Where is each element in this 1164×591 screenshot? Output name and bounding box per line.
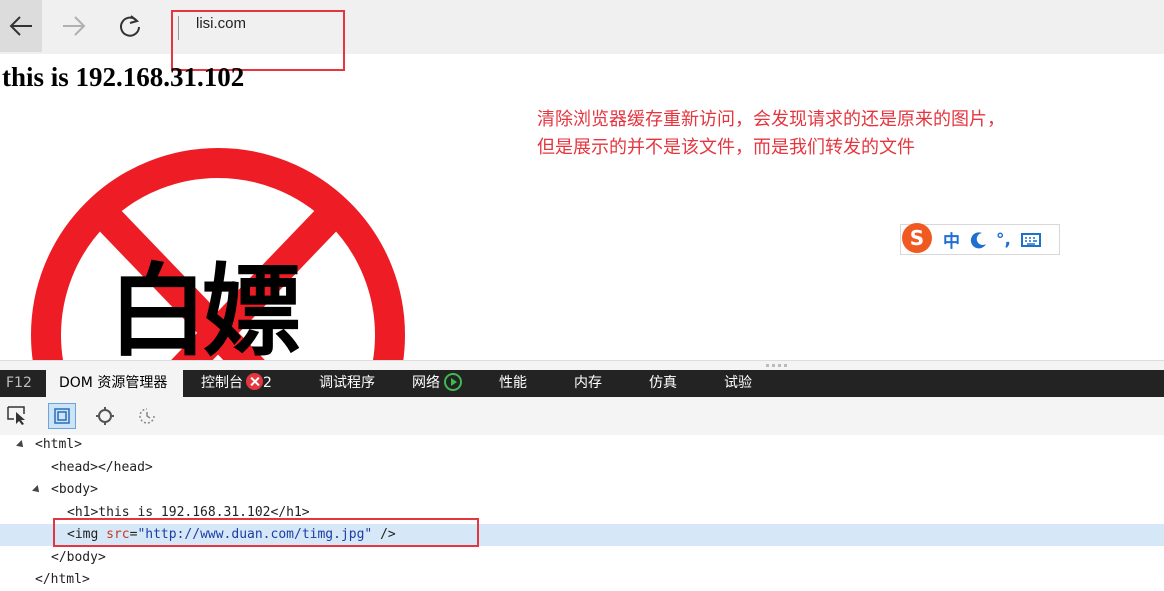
ime-language-toggle[interactable]: 中	[943, 227, 960, 252]
tab-network[interactable]: 网络	[412, 370, 462, 397]
error-icon	[246, 373, 263, 390]
dom-node-body-close: </body>	[0, 547, 1164, 569]
tab-experiments[interactable]: 试验	[724, 370, 752, 397]
tab-console[interactable]: 控制台 2	[201, 370, 272, 397]
tab-debugger[interactable]: 调试程序	[319, 370, 375, 397]
history-icon	[139, 408, 155, 424]
back-button[interactable]	[0, 0, 42, 52]
event-listeners-button[interactable]	[91, 403, 119, 429]
tab-memory[interactable]: 内存	[574, 370, 602, 397]
tab-dom-explorer[interactable]: DOM 资源管理器	[46, 370, 183, 397]
ime-punctuation-toggle[interactable]: °,	[996, 230, 1011, 250]
arrow-right-icon	[63, 16, 86, 36]
change-history-button[interactable]	[133, 403, 161, 429]
expand-triangle-icon[interactable]	[32, 485, 42, 495]
resize-grip-icon	[766, 364, 788, 367]
keyboard-icon[interactable]	[1020, 232, 1041, 248]
dom-tag-text: <body>	[51, 482, 98, 497]
refresh-icon	[120, 15, 140, 37]
dom-node-body[interactable]: <body>	[0, 479, 1164, 501]
dom-tag-text: </html>	[35, 572, 90, 587]
annotation-line-1: 清除浏览器缓存重新访问，会发现请求的还是原来的图片，	[537, 109, 1005, 130]
annotation-line-2: 但是展示的并不是该文件，而是我们转发的文件	[537, 137, 915, 158]
annotation-note: 清除浏览器缓存重新访问，会发现请求的还是原来的图片， 但是展示的并不是该文件，而…	[537, 106, 1097, 162]
svg-text:S: S	[910, 226, 924, 250]
expand-triangle-icon[interactable]	[16, 440, 26, 450]
devtools-f12-label: F12	[6, 375, 32, 391]
console-error-count: 2	[263, 375, 272, 391]
dom-node-html-close: </html>	[0, 569, 1164, 591]
tab-console-label: 控制台	[201, 375, 243, 391]
ime-toolbar[interactable]: S 中 °,	[900, 222, 1060, 255]
tab-network-label: 网络	[412, 375, 440, 391]
arrow-left-icon	[9, 16, 32, 36]
play-icon	[444, 373, 462, 391]
page-heading: this is 192.168.31.102	[2, 62, 245, 92]
target-icon	[96, 407, 114, 425]
dom-node-head[interactable]: <head></head>	[0, 457, 1164, 479]
highlight-layout-button[interactable]	[48, 403, 76, 429]
tab-emulation[interactable]: 仿真	[649, 370, 677, 397]
forward-button[interactable]	[54, 6, 94, 46]
refresh-button[interactable]	[110, 6, 150, 46]
devtools-tab-bar: F12 DOM 资源管理器 控制台 2 调试程序 网络 性能 内存 仿真 试验	[0, 370, 1164, 397]
dom-tree: <html> <head></head> <body> <h1>this is …	[0, 435, 1164, 589]
layout-box-icon	[54, 408, 70, 424]
dom-tag-text: <head></head>	[51, 460, 153, 475]
sogou-logo-icon: S	[902, 222, 932, 253]
sign-text: 白嫖	[108, 253, 302, 370]
moon-icon[interactable]	[970, 231, 988, 249]
dom-node-html[interactable]: <html>	[0, 434, 1164, 456]
devtools-toolbar	[0, 397, 1164, 436]
select-element-button[interactable]	[4, 403, 32, 429]
dom-tag-text: <html>	[35, 437, 82, 452]
highlight-box-img	[53, 518, 479, 547]
select-element-icon	[7, 406, 25, 425]
tab-performance[interactable]: 性能	[499, 370, 527, 397]
dom-tag-text: </body>	[51, 550, 106, 565]
